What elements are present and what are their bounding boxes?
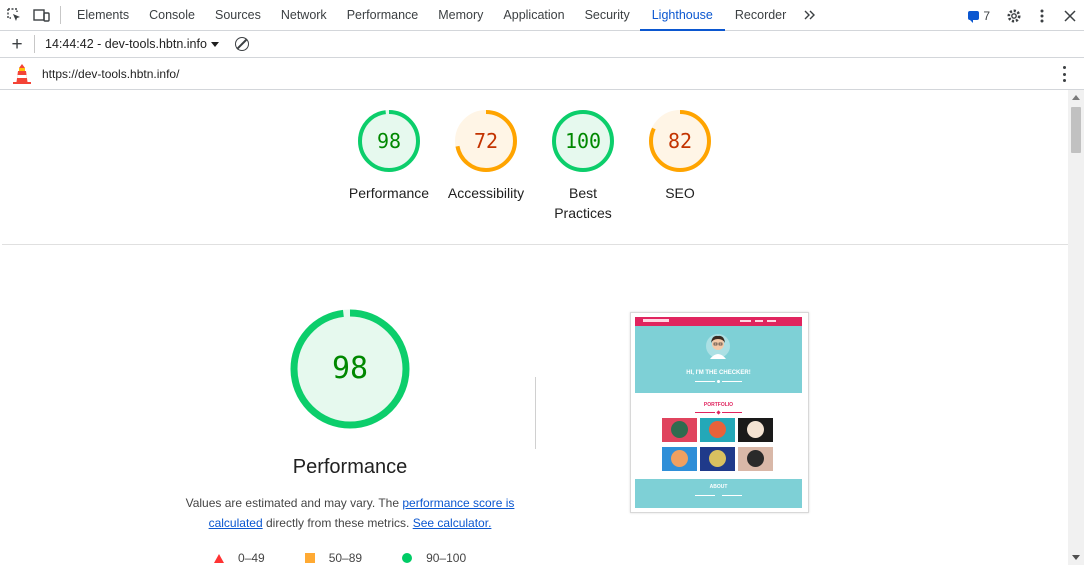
screenshot-nav-item (755, 320, 763, 322)
tab-lighthouse[interactable]: Lighthouse (639, 0, 726, 31)
dropdown-caret-icon (210, 41, 219, 47)
gauge-score: 98 (376, 129, 402, 153)
portfolio-tile (700, 447, 735, 471)
tab-sources[interactable]: Sources (205, 0, 271, 31)
tab-security[interactable]: Security (575, 0, 640, 31)
lighthouse-logo-icon (11, 63, 33, 85)
final-screenshot-thumbnail[interactable]: HI, I'M THE CHECKER! PORTFOLIO ABOUT (630, 312, 809, 513)
lighthouse-report: 98 Performance 72 Accessibility 100 Best Prac… (0, 90, 1068, 565)
legend-item-fail: 0–49 (214, 551, 265, 565)
toolbar-separator (34, 35, 35, 53)
gauge-ring: 98 (357, 109, 421, 173)
lighthouse-toolbar: + 14:44:42 - dev-tools.hbtn.info (0, 31, 1084, 58)
gauge-label: Accessibility (447, 185, 525, 201)
average-square-icon (304, 553, 315, 563)
clear-reports-icon[interactable] (234, 37, 249, 51)
devtools-tabbar: Elements Console Sources Network Perform… (0, 0, 1084, 31)
desc-middle: directly from these metrics. (262, 516, 413, 530)
gauge-score: 82 (667, 129, 693, 153)
issues-counter[interactable]: 7 (968, 9, 990, 23)
tab-elements[interactable]: Elements (67, 0, 139, 31)
portfolio-tile (662, 418, 697, 442)
report-url-bar: https://dev-tools.hbtn.info/ (0, 58, 1084, 90)
legend-range: 0–49 (238, 551, 265, 565)
screenshot-dot (717, 380, 720, 383)
screenshot-hero-text: HI, I'M THE CHECKER! (686, 370, 751, 376)
scroll-down-arrow-icon[interactable] (1072, 555, 1080, 560)
toolbar-separator (60, 6, 61, 24)
screenshot-line (722, 412, 742, 413)
screenshot-dot (716, 410, 721, 415)
score-scale-legend: 0–49 50–89 90–100 (214, 548, 506, 565)
screenshot-brand (643, 319, 669, 322)
screenshot-line (695, 412, 715, 413)
gauge-label: Best Practices (554, 185, 612, 221)
report-menu-icon[interactable] (1062, 66, 1066, 82)
tab-performance[interactable]: Performance (337, 0, 429, 31)
report-selector[interactable]: 14:44:42 - dev-tools.hbtn.info (45, 37, 219, 51)
close-devtools-icon[interactable] (1056, 0, 1084, 31)
more-options-icon[interactable] (1028, 0, 1056, 31)
performance-title: Performance (292, 456, 408, 478)
screenshot-avatar-icon (706, 333, 730, 361)
see-calculator-link[interactable]: See calculator. (413, 516, 492, 530)
gauge-label: Performance (348, 185, 430, 201)
gauge-ring: 100 (551, 109, 615, 173)
screenshot-line (695, 381, 715, 382)
portfolio-tile (738, 418, 773, 442)
performance-description: Values are estimated and may vary. The p… (180, 493, 520, 533)
legend-item-pass: 90–100 (402, 551, 466, 565)
report-scrollbar[interactable] (1068, 90, 1084, 565)
performance-big-score: 98 (331, 351, 369, 386)
issues-count: 7 (983, 8, 990, 23)
screenshot-page: HI, I'M THE CHECKER! PORTFOLIO ABOUT (635, 317, 802, 508)
scrollbar-thumb[interactable] (1071, 107, 1081, 153)
legend-range: 90–100 (426, 551, 467, 565)
gauge-label: SEO (665, 185, 695, 201)
gauge-score: 72 (473, 129, 499, 153)
desc-prefix: Values are estimated and may vary. The (185, 496, 403, 510)
gauge-ring: 82 (648, 109, 712, 173)
device-toolbar-icon[interactable] (28, 0, 56, 31)
screenshot-line (695, 495, 715, 496)
screenshot-nav-item (767, 320, 776, 322)
legend-item-average: 50–89 (304, 551, 363, 565)
tab-console[interactable]: Console (139, 0, 205, 31)
tab-recorder[interactable]: Recorder (725, 0, 796, 31)
gauge-accessibility[interactable]: 72 Accessibility (436, 109, 536, 203)
tab-application[interactable]: Application (493, 0, 574, 31)
gauge-ring: 72 (454, 109, 518, 173)
portfolio-tile (700, 418, 735, 442)
devtools-window: Elements Console Sources Network Perform… (0, 0, 1084, 565)
report-selector-label: 14:44:42 - dev-tools.hbtn.info (45, 37, 207, 51)
pass-circle-icon (402, 553, 413, 563)
scroll-up-arrow-icon[interactable] (1072, 95, 1080, 100)
gauge-performance[interactable]: 98 Performance (339, 109, 439, 203)
screenshot-portfolio-heading: PORTFOLIO (703, 402, 734, 408)
tab-network[interactable]: Network (271, 0, 337, 31)
legend-range: 50–89 (328, 551, 363, 565)
screenshot-line (722, 495, 742, 496)
inspect-element-icon[interactable] (0, 0, 28, 31)
double-chevron-right-icon[interactable] (796, 0, 824, 31)
tab-memory[interactable]: Memory (428, 0, 493, 31)
new-report-plus-icon[interactable]: + (0, 31, 34, 58)
issues-icon (968, 11, 980, 23)
screenshot-nav-item (740, 320, 751, 322)
portfolio-tile (738, 447, 773, 471)
portfolio-tile (662, 447, 697, 471)
report-url: https://dev-tools.hbtn.info/ (42, 66, 180, 81)
settings-gear-icon[interactable] (1000, 0, 1028, 31)
vertical-divider (535, 377, 536, 449)
screenshot-line (722, 381, 742, 382)
screenshot-about-heading: ABOUT (709, 484, 728, 490)
gauge-best-practices[interactable]: 100 Best Practices (533, 109, 633, 223)
performance-big-gauge: 98 (290, 309, 410, 429)
fail-triangle-icon (214, 553, 224, 563)
section-divider (2, 244, 1068, 245)
gauge-score: 100 (564, 129, 602, 153)
gauge-seo[interactable]: 82 SEO (630, 109, 730, 203)
